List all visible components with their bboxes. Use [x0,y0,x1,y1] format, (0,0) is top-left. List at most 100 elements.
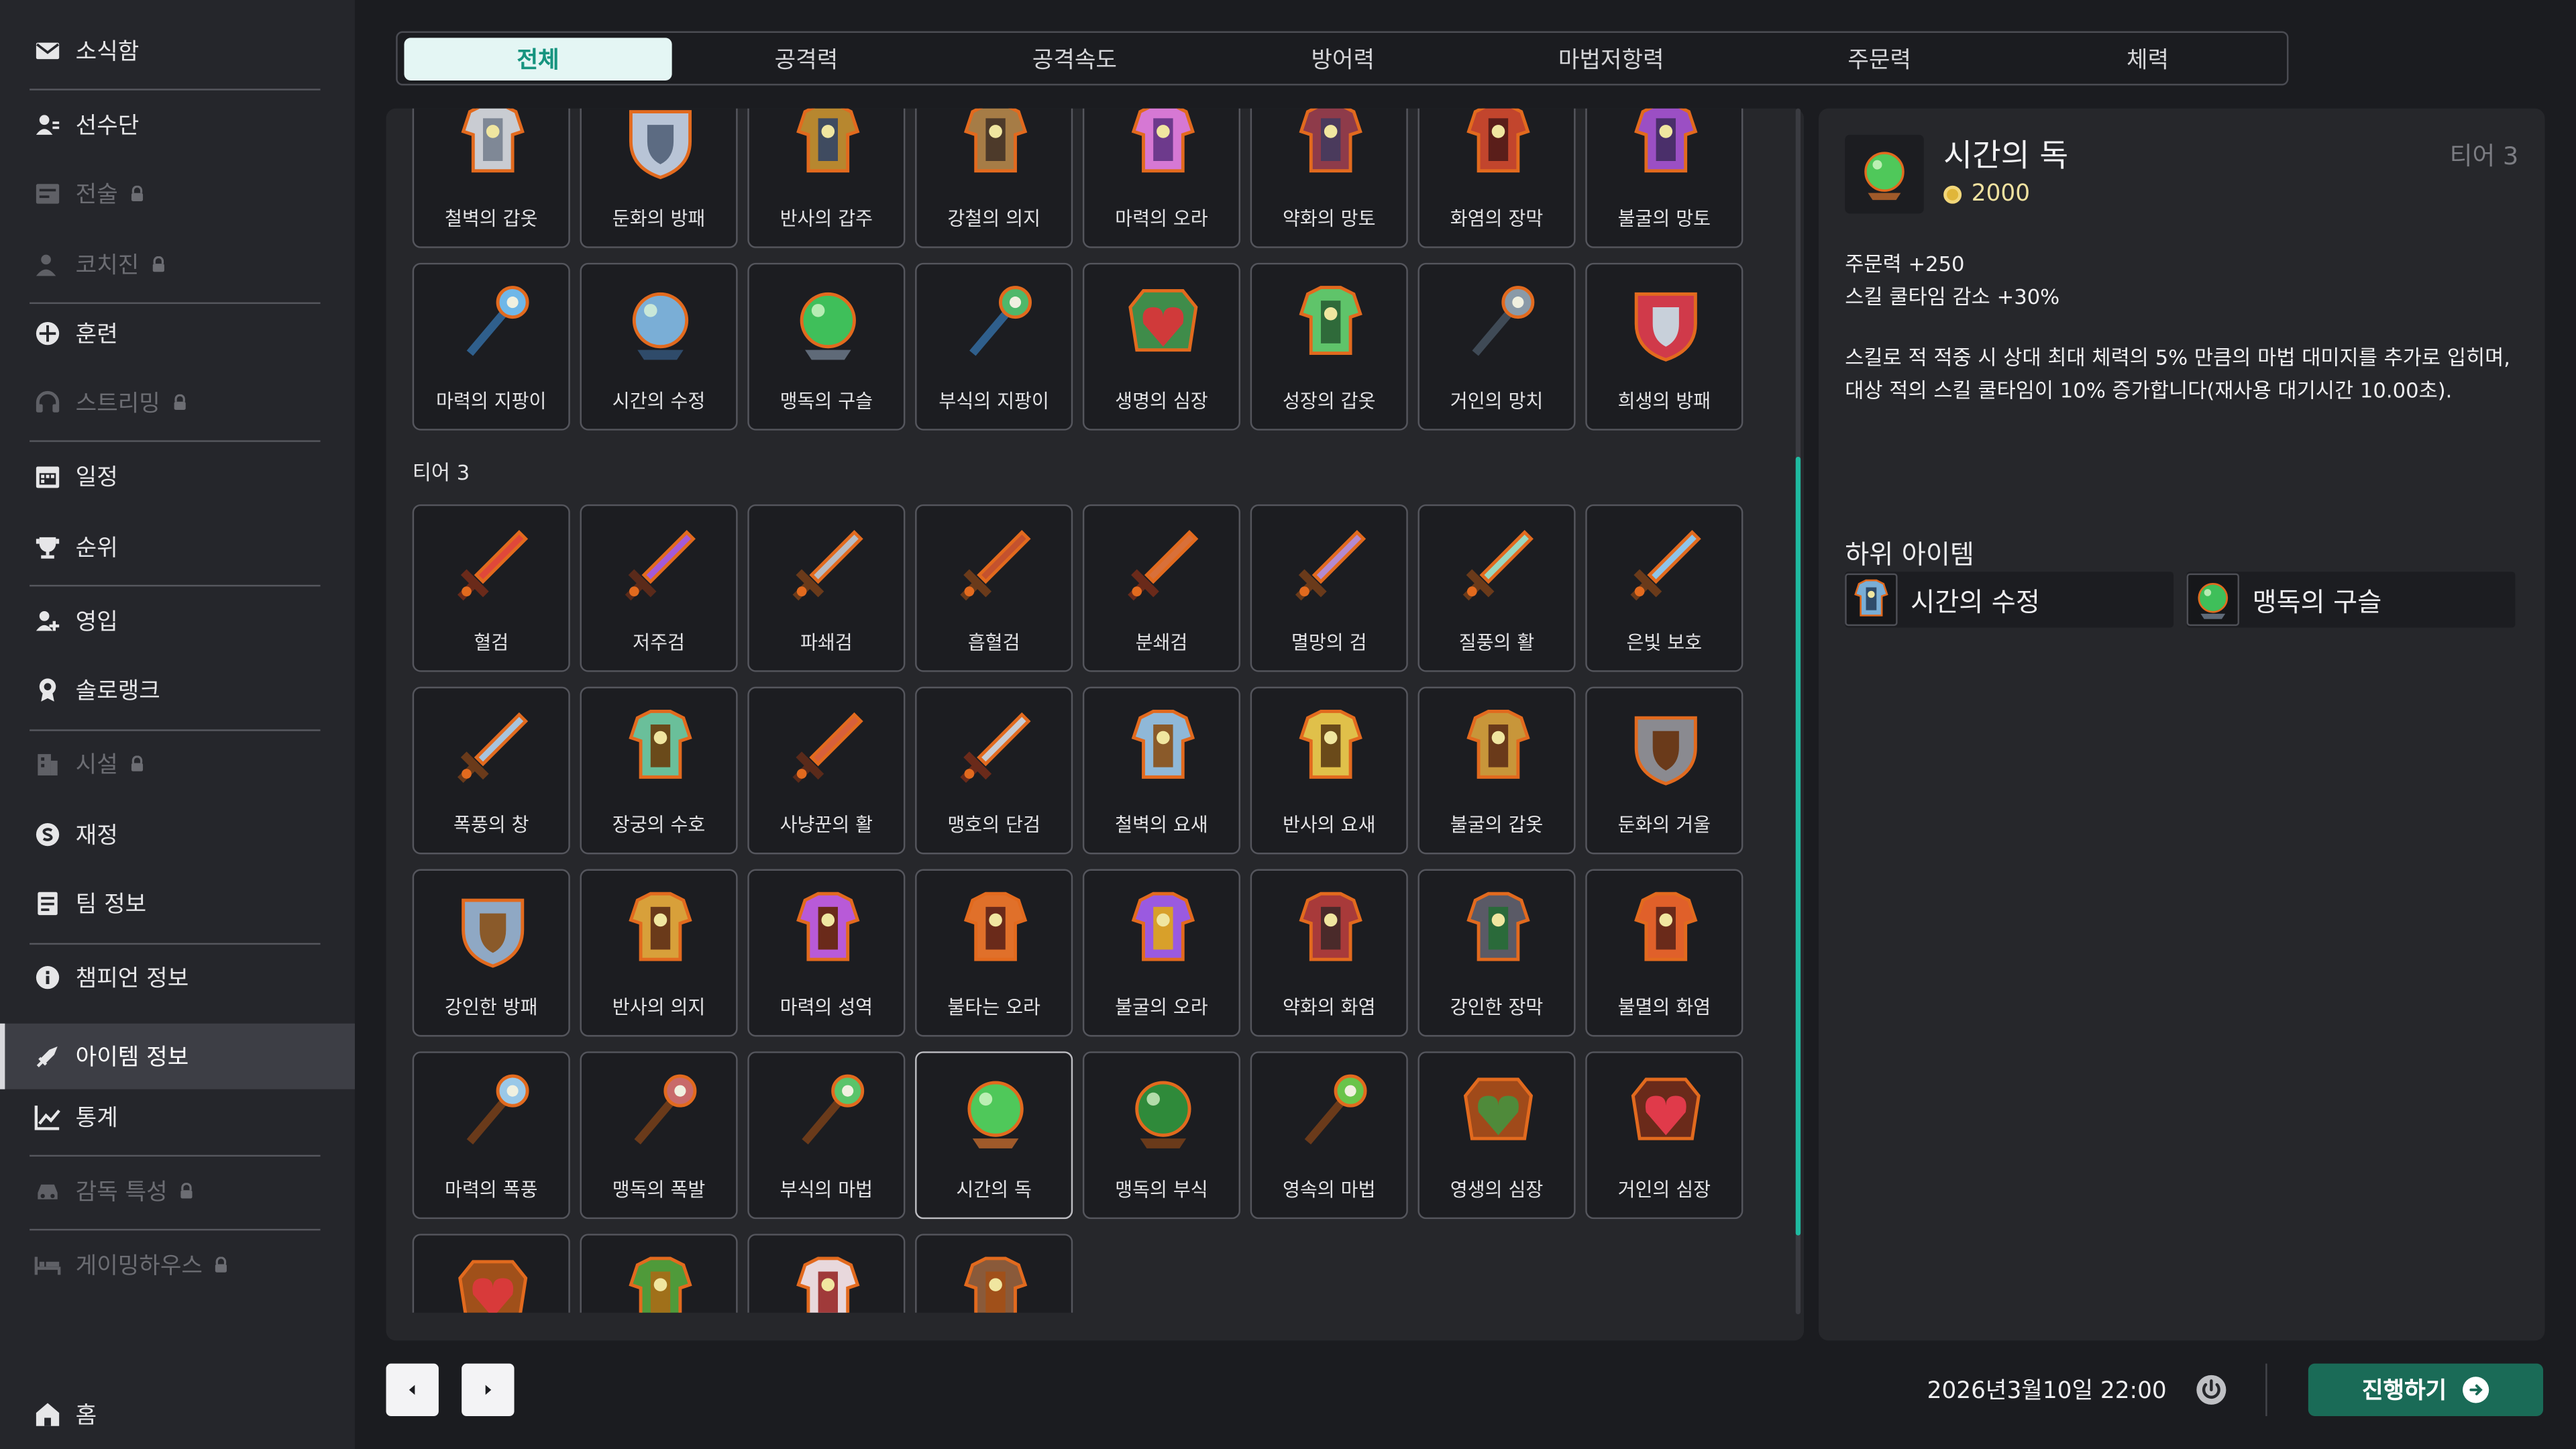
item-card[interactable] [747,1234,906,1313]
item-card[interactable]: 불굴의 오라 [1082,869,1240,1037]
sidebar-item-4[interactable]: 훈련 [0,306,355,362]
sidebar-item-11[interactable]: 재정 [0,806,355,862]
proceed-button[interactable]: 진행하기 [2308,1363,2544,1417]
tab-6[interactable]: 체력 [2014,38,2282,80]
tab-0[interactable]: 전체 [404,38,672,81]
item-card[interactable]: 맹독의 폭발 [580,1051,738,1220]
item-card[interactable]: 강인한 장막 [1417,869,1576,1037]
sub-item[interactable]: 시간의 수정 [1845,572,2174,628]
item-card[interactable]: 흡혈검 [915,504,1073,672]
item-card[interactable] [915,1234,1073,1313]
item-grid-panel[interactable]: 철벽의 갑옷 둔화의 방패 반사의 갑주 강철의 의지 마력의 오라 약화의 망토 화염의 … [386,108,1805,1341]
item-card[interactable]: 맹독의 구슬 [747,262,906,431]
item-card[interactable]: 철벽의 갑옷 [412,108,570,248]
sidebar-item-15[interactable]: 통계 [0,1089,355,1145]
sidebar-item-17: 게이밍하우스 [0,1237,355,1293]
item-card[interactable]: 맹독의 부식 [1082,1051,1240,1220]
item-card[interactable]: 부식의 지팡이 [915,262,1073,431]
prev-page-button[interactable] [386,1363,439,1417]
item-card[interactable]: 생명의 심장 [1082,262,1240,431]
item-card[interactable]: 불타는 오라 [915,869,1073,1037]
item-card[interactable]: 화염의 장막 [1417,108,1576,248]
item-card[interactable]: 시간의 독 [915,1051,1073,1220]
item-card[interactable]: 불굴의 갑옷 [1417,686,1576,855]
item-card[interactable]: 둔화의 방패 [580,108,738,248]
item-card[interactable]: 영속의 마법 [1250,1051,1408,1220]
item-card[interactable]: 거인의 심장 [1585,1051,1743,1220]
sidebar-item-home[interactable]: 홈 [0,1387,355,1442]
sidebar-item-13[interactable]: 챔피언 정보 [0,950,355,1006]
item-card[interactable]: 영생의 심장 [1417,1051,1576,1220]
item-icon [963,892,1028,961]
item-card[interactable]: 부식의 마법 [747,1051,906,1220]
item-icon [462,898,525,968]
scrollbar-thumb[interactable] [1795,456,1801,1236]
item-card[interactable]: 철벽의 요새 [1082,686,1240,855]
sidebar-item-12[interactable]: 팀 정보 [0,875,355,931]
item-card[interactable]: 강인한 방패 [412,869,570,1037]
item-card[interactable]: 반사의 갑주 [747,108,906,248]
item-card[interactable]: 성장의 갑옷 [1250,262,1408,431]
sub-items-title: 하위 아이템 [1845,539,1974,570]
item-card[interactable]: 반사의 의지 [580,869,738,1037]
item-card[interactable]: 마력의 성역 [747,869,906,1037]
sidebar-divider [30,89,321,91]
item-icon [1131,892,1195,961]
item-icon [1634,108,1698,173]
item-card[interactable]: 마력의 폭풍 [412,1051,570,1220]
item-card[interactable]: 마력의 지팡이 [412,262,570,431]
item-detail-cost: 2000 [1943,180,2030,207]
item-icon [969,286,1032,356]
item-card[interactable]: 은빛 보호 [1585,504,1743,672]
sidebar-item-9[interactable]: 솔로랭크 [0,662,355,718]
item-card[interactable]: 거인의 망치 [1417,262,1576,431]
item-card[interactable]: 폭풍의 창 [412,686,570,855]
tab-1[interactable]: 공격력 [672,38,940,80]
sub-item[interactable]: 맹독의 구슬 [2186,572,2516,628]
sub-item-icon [1845,573,1898,627]
tab-3[interactable]: 방어력 [1209,38,1477,80]
item-name: 영생의 심장 [1450,1177,1544,1201]
item-card[interactable]: 멸망의 검 [1250,504,1408,672]
item-card[interactable]: 둔화의 거울 [1585,686,1743,855]
item-card[interactable]: 맹호의 단검 [915,686,1073,855]
item-card[interactable]: 혈검 [412,504,570,672]
sidebar-item-1[interactable]: 선수단 [0,97,355,152]
sidebar-item-0[interactable]: 소식함 [0,23,355,78]
sidebar-item-7[interactable]: 순위 [0,519,355,575]
item-icon [796,108,860,173]
item-card[interactable] [580,1234,738,1313]
power-icon[interactable] [2195,1373,2228,1406]
item-card[interactable]: 장궁의 수호 [580,686,738,855]
tab-4[interactable]: 마법저항력 [1477,38,1745,80]
item-card[interactable] [412,1234,570,1313]
item-card[interactable]: 불멸의 화염 [1585,869,1743,1037]
item-card[interactable]: 사냥꾼의 활 [747,686,906,855]
tab-5[interactable]: 주문력 [1746,38,2013,80]
item-card[interactable]: 마력의 오라 [1082,108,1240,248]
item-name: 생명의 심장 [1115,389,1208,413]
sub-item-icon [2186,573,2239,627]
item-card[interactable]: 분쇄검 [1082,504,1240,672]
roster-icon [34,112,60,138]
item-card[interactable]: 약화의 화염 [1250,869,1408,1037]
sidebar-item-14[interactable]: 아이템 정보 [0,1023,355,1089]
item-card[interactable]: 불굴의 망토 [1585,108,1743,248]
item-card[interactable]: 약화의 망토 [1250,108,1408,248]
tab-2[interactable]: 공격속도 [941,38,1208,80]
item-card[interactable]: 저주검 [580,504,738,672]
item-card[interactable]: 강철의 의지 [915,108,1073,248]
item-card[interactable]: 파쇄검 [747,504,906,672]
item-card[interactable]: 반사의 요새 [1250,686,1408,855]
item-card[interactable]: 질풍의 활 [1417,504,1576,672]
item-icon [1128,289,1198,352]
item-icon [796,892,860,961]
sidebar-item-6[interactable]: 일정 [0,449,355,504]
item-card[interactable]: 희생의 방패 [1585,262,1743,431]
item-name: 약화의 망토 [1282,207,1376,230]
next-page-button[interactable] [462,1363,515,1417]
item-name: 맹호의 단검 [947,813,1040,837]
sidebar-item-8[interactable]: 영입 [0,593,355,649]
sidebar-divider [30,729,321,731]
item-card[interactable]: 시간의 수정 [580,262,738,431]
